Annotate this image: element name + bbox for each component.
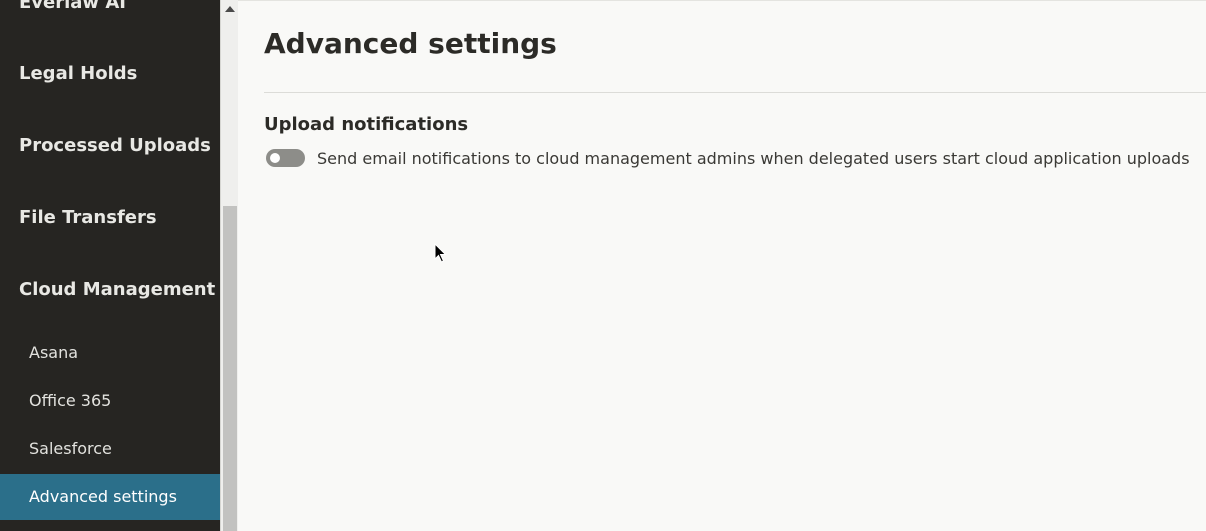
sidebar-subitem-salesforce[interactable]: Salesforce (0, 426, 220, 472)
section-divider (264, 92, 1206, 93)
sidebar-item-legal-holds[interactable]: Legal Holds (19, 63, 137, 84)
sidebar-subitem-asana[interactable]: Asana (0, 330, 220, 376)
sidebar-subitem-advanced-settings[interactable]: Advanced settings (0, 474, 220, 520)
section-heading-upload-notifications: Upload notifications (264, 114, 469, 135)
sidebar-item-everlaw-ai[interactable]: Everlaw AI (19, 0, 126, 13)
sidebar-item-cloud-management[interactable]: Cloud Management (19, 279, 215, 300)
sidebar-subitem-office-365[interactable]: Office 365 (0, 378, 220, 424)
toggle-knob (270, 153, 280, 163)
sidebar-item-file-transfers[interactable]: File Transfers (19, 207, 157, 228)
app-window: Everlaw AI Legal Holds Processed Uploads… (0, 0, 1206, 531)
mouse-pointer-icon (434, 243, 447, 263)
scrollbar-thumb[interactable] (223, 206, 237, 531)
upload-notifications-toggle[interactable] (266, 149, 305, 167)
triangle-up-icon[interactable] (225, 6, 235, 12)
toggle-label: Send email notifications to cloud manage… (317, 149, 1190, 168)
page-title: Advanced settings (264, 27, 557, 60)
sidebar-scrollbar[interactable] (220, 0, 238, 531)
sidebar: Everlaw AI Legal Holds Processed Uploads… (0, 0, 220, 531)
sidebar-item-processed-uploads[interactable]: Processed Uploads (19, 135, 211, 156)
main-content: Advanced settings Upload notifications S… (238, 0, 1206, 531)
